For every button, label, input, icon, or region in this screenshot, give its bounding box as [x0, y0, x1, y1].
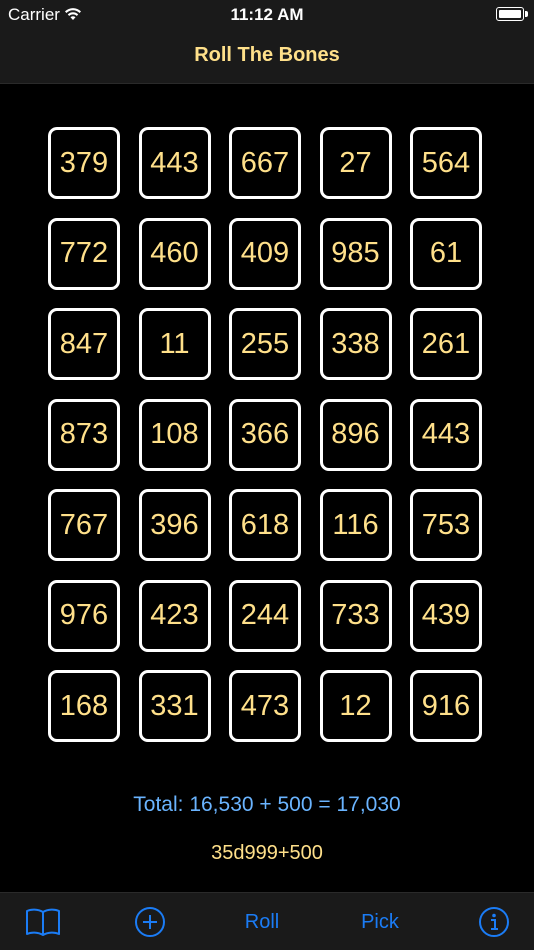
- die-8[interactable]: 409: [229, 217, 301, 290]
- battery-icon: [496, 7, 528, 21]
- die-24[interactable]: 116: [319, 489, 392, 561]
- dice-grid: 379 443 667 27 564 772 460 409 985 61 84…: [48, 127, 482, 742]
- status-bar: Carrier 11:12 AM: [0, 0, 534, 30]
- die-14[interactable]: 338: [319, 308, 392, 380]
- dice-formula[interactable]: 35d999+500: [0, 842, 534, 865]
- die-12[interactable]: 11: [138, 308, 211, 380]
- die-34[interactable]: 12: [319, 670, 392, 742]
- roll-button[interactable]: Roll: [232, 893, 292, 950]
- die-32[interactable]: 331: [138, 670, 211, 742]
- die-13[interactable]: 255: [229, 308, 301, 380]
- info-icon[interactable]: [474, 893, 514, 950]
- die-9[interactable]: 985: [319, 217, 392, 290]
- die-31[interactable]: 168: [48, 670, 120, 742]
- status-time: 11:12 AM: [230, 5, 304, 24]
- die-10[interactable]: 61: [410, 217, 482, 290]
- tab-bar: Roll Pick: [0, 892, 534, 950]
- die-11[interactable]: 847: [48, 308, 120, 380]
- die-25[interactable]: 753: [410, 489, 482, 561]
- die-18[interactable]: 366: [229, 398, 301, 471]
- book-icon[interactable]: [22, 893, 64, 950]
- die-30[interactable]: 439: [410, 579, 482, 652]
- die-27[interactable]: 423: [138, 579, 211, 652]
- pick-button[interactable]: Pick: [350, 893, 410, 950]
- die-20[interactable]: 443: [410, 398, 482, 471]
- plus-circle-icon[interactable]: [130, 893, 170, 950]
- die-15[interactable]: 261: [410, 308, 482, 380]
- die-29[interactable]: 733: [319, 579, 392, 652]
- die-1[interactable]: 379: [48, 127, 120, 199]
- die-7[interactable]: 460: [138, 217, 211, 290]
- die-4[interactable]: 27: [319, 127, 392, 199]
- die-16[interactable]: 873: [48, 398, 120, 471]
- die-35[interactable]: 916: [410, 670, 482, 742]
- die-3[interactable]: 667: [229, 127, 301, 199]
- die-5[interactable]: 564: [410, 127, 482, 199]
- die-19[interactable]: 896: [319, 398, 392, 471]
- navigation-bar: Roll The Bones: [0, 30, 534, 84]
- die-28[interactable]: 244: [229, 579, 301, 652]
- die-17[interactable]: 108: [138, 398, 211, 471]
- die-2[interactable]: 443: [138, 127, 211, 199]
- die-21[interactable]: 767: [48, 489, 120, 561]
- die-6[interactable]: 772: [48, 217, 120, 290]
- page-title: Roll The Bones: [194, 44, 340, 66]
- die-23[interactable]: 618: [229, 489, 301, 561]
- total-label: Total: 16,530 + 500 = 17,030: [133, 793, 401, 816]
- die-26[interactable]: 976: [48, 579, 120, 652]
- die-33[interactable]: 473: [229, 670, 301, 742]
- die-22[interactable]: 396: [138, 489, 211, 561]
